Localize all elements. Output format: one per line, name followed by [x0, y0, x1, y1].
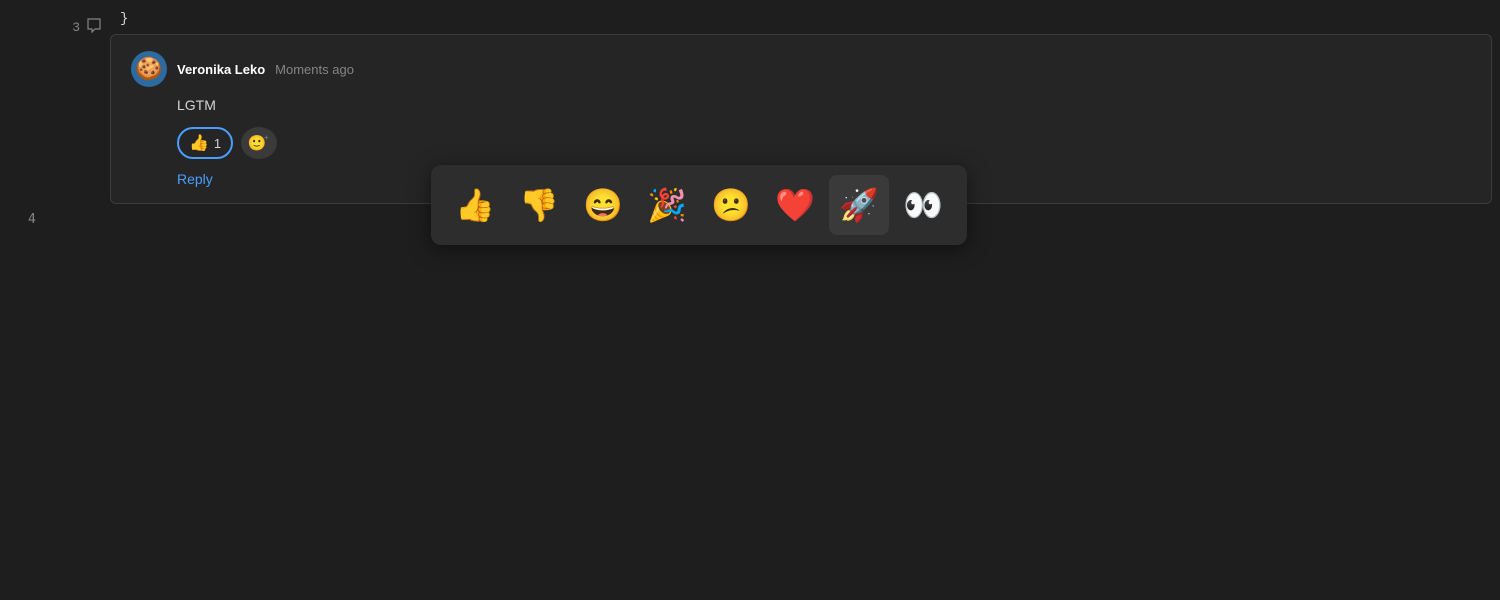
emoji-thumbs-down[interactable]: 👎	[509, 175, 569, 235]
avatar: 🍪	[131, 51, 167, 87]
code-line-3: }	[110, 8, 1500, 30]
avatar-emoji: 🍪	[135, 58, 162, 80]
reaction-count: 1	[214, 136, 221, 151]
reaction-emoji: 👍	[189, 133, 209, 153]
author-name: Veronika Leko	[177, 62, 265, 77]
closing-brace: }	[120, 11, 128, 27]
emoji-thumbs-up[interactable]: 👍	[445, 175, 505, 235]
main-content: } 🍪 Veronika Leko Moments ago LGTM 👍 1 🙂…	[110, 0, 1500, 600]
emoji-confused[interactable]: 😕	[701, 175, 761, 235]
emoji-grinning[interactable]: 😄	[573, 175, 633, 235]
thumbs-up-reaction[interactable]: 👍 1	[177, 127, 233, 159]
line-number-4: 4	[28, 212, 36, 227]
emoji-picker: 👍 👎 😄 🎉 😕 ❤️ 🚀 👀	[431, 165, 967, 245]
emoji-eyes[interactable]: 👀	[893, 175, 953, 235]
reactions-row: 👍 1 🙂+	[131, 127, 1471, 159]
emoji-party[interactable]: 🎉	[637, 175, 697, 235]
emoji-rocket[interactable]: 🚀	[829, 175, 889, 235]
smiley-plus-icon: 🙂+	[247, 134, 270, 152]
emoji-heart[interactable]: ❤️	[765, 175, 825, 235]
comment-meta: Veronika Leko Moments ago	[177, 62, 354, 77]
line-number-3: 3	[72, 20, 80, 35]
comment-time: Moments ago	[275, 62, 354, 77]
add-reaction-button[interactable]: 🙂+	[241, 127, 277, 159]
comment-panel: 🍪 Veronika Leko Moments ago LGTM 👍 1 🙂+ …	[110, 34, 1492, 204]
comment-header: 🍪 Veronika Leko Moments ago	[131, 51, 1471, 87]
comment-icon[interactable]	[86, 17, 102, 38]
comment-body: LGTM	[131, 97, 1471, 113]
line-gutter: 3	[0, 0, 110, 600]
